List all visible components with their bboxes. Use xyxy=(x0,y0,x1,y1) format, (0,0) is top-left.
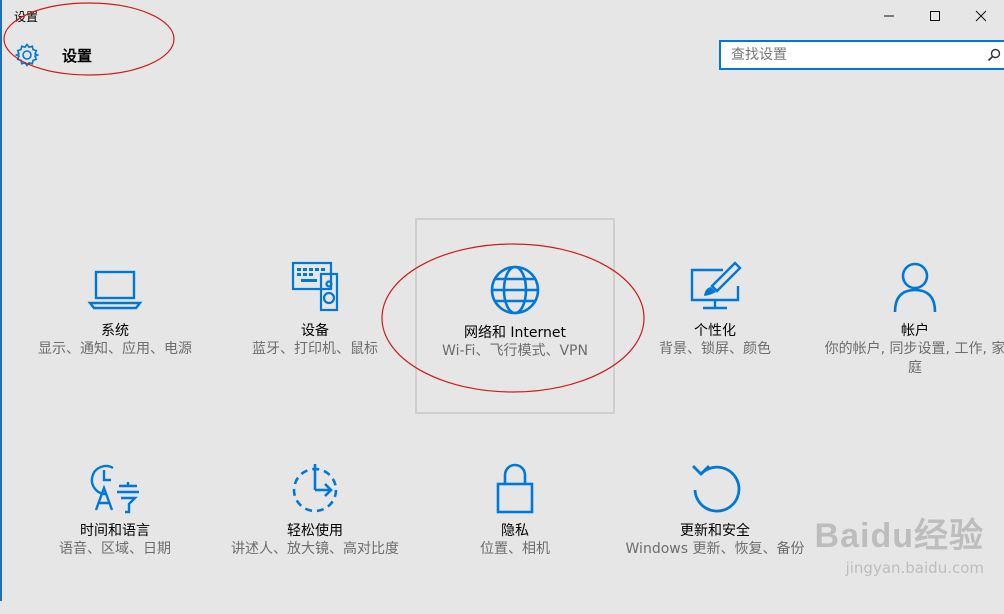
window-title: 设置 xyxy=(14,10,39,24)
keyboard-speaker-icon xyxy=(291,261,339,312)
category-accounts[interactable]: 帐户 你的帐户, 同步设置, 工作, 家庭 xyxy=(815,218,1004,414)
category-description: Wi-Fi、飞行模式、VPN xyxy=(442,343,588,359)
category-description: 讲述人、放大镜、高对比度 xyxy=(231,541,399,557)
maximize-button[interactable] xyxy=(912,0,958,32)
category-description: 蓝牙、打印机、鼠标 xyxy=(252,341,378,357)
close-button[interactable] xyxy=(958,0,1004,32)
baidu-watermark: Baidu经验 jingyan.baidu.com xyxy=(815,508,984,577)
watermark-brand: Baidu经验 xyxy=(814,517,984,555)
category-label: 更新和安全 xyxy=(680,523,750,539)
gear-icon xyxy=(14,43,40,67)
category-time-language[interactable]: 时间和语言 语音、区域、日期 xyxy=(15,418,215,614)
watermark-url: jingyan.baidu.com xyxy=(845,559,984,577)
category-label: 设备 xyxy=(301,323,329,339)
category-label: 系统 xyxy=(101,323,129,339)
category-system[interactable]: 系统 显示、通知、应用、电源 xyxy=(15,218,215,414)
page-header: 设置 xyxy=(14,42,92,68)
time-language-icon xyxy=(90,464,139,514)
category-label: 时间和语言 xyxy=(80,523,150,539)
category-description: 显示、通知、应用、电源 xyxy=(38,341,192,357)
category-description: 语音、区域、日期 xyxy=(59,541,171,557)
category-privacy[interactable]: 隐私 位置、相机 xyxy=(415,418,615,614)
category-label: 帐户 xyxy=(901,323,929,339)
laptop-icon xyxy=(87,270,143,310)
page-title: 设置 xyxy=(62,46,93,65)
window-controls xyxy=(866,0,1004,32)
close-icon xyxy=(975,10,987,22)
category-description: 背景、锁屏、颜色 xyxy=(659,341,771,357)
person-icon xyxy=(893,262,937,313)
category-ease-of-access[interactable]: 轻松使用 讲述人、放大镜、高对比度 xyxy=(215,418,415,614)
category-description: 位置、相机 xyxy=(480,541,550,557)
maximize-icon xyxy=(930,11,940,21)
category-label: 网络和 Internet xyxy=(463,325,567,341)
category-network-internet[interactable]: 网络和 Internet Wi-Fi、飞行模式、VPN xyxy=(415,218,615,414)
lock-icon xyxy=(496,463,534,514)
category-label: 轻松使用 xyxy=(287,523,343,539)
globe-icon xyxy=(490,265,540,315)
minimize-button[interactable] xyxy=(866,0,912,32)
minimize-icon xyxy=(884,15,894,17)
window-frame-edge xyxy=(0,0,2,601)
search-input[interactable] xyxy=(721,42,1004,68)
update-icon xyxy=(692,465,741,513)
category-devices[interactable]: 设备 蓝牙、打印机、鼠标 xyxy=(215,218,415,414)
category-description: 你的帐户, 同步设置, 工作, 家庭 xyxy=(824,341,1004,376)
category-update-security[interactable]: 更新和安全 Windows 更新、恢复、备份 xyxy=(615,418,815,614)
paint-monitor-icon xyxy=(690,261,742,310)
search-box[interactable] xyxy=(719,40,1004,70)
category-personalization[interactable]: 个性化 背景、锁屏、颜色 xyxy=(615,218,815,414)
category-label: 隐私 xyxy=(501,523,529,539)
category-label: 个性化 xyxy=(694,323,736,339)
category-description: Windows 更新、恢复、备份 xyxy=(625,541,805,557)
search-icon[interactable] xyxy=(987,48,1001,62)
ease-of-access-icon xyxy=(292,464,338,513)
